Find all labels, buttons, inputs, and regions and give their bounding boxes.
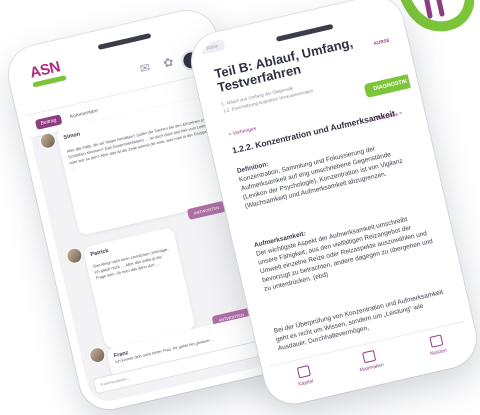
phone-notch — [275, 23, 334, 42]
avatar — [64, 246, 84, 266]
book-icon — [296, 365, 311, 379]
puzzle-icon[interactable]: ✿ — [160, 54, 177, 71]
comment-input-placeholder: Kommentieren... — [100, 375, 131, 387]
tab-beitrag[interactable]: Beitrag — [34, 114, 63, 130]
avatar — [87, 345, 107, 365]
nav-materialien[interactable]: Materialien — [356, 348, 384, 373]
asn-logo: ASN — [28, 55, 77, 92]
nav-label: Kapitel — [297, 378, 315, 388]
brand-decoration-icon — [400, 0, 474, 32]
folder-icon — [362, 349, 377, 364]
comment-card: Patrick Das klingt nach einer ziemlichen… — [82, 226, 196, 349]
breadcrumb[interactable]: Kurse — [199, 38, 226, 55]
nav-label: Notizen — [429, 347, 448, 358]
tab-kommentare[interactable]: Kommentare — [66, 105, 102, 123]
nav-label: Materialien — [359, 362, 385, 374]
aufmerksamkeit-block: Aufmerksamkeit: Der wichtigste Aspekt de… — [253, 202, 437, 294]
nav-kapitel[interactable]: Kapitel — [295, 365, 314, 388]
comment-text: Also alle Fälle, die wir hinten hinhalte… — [66, 116, 214, 172]
note-icon — [428, 334, 444, 348]
nav-notizen[interactable]: Notizen — [426, 334, 448, 358]
previous-link[interactable]: < Vorheriges — [228, 126, 257, 138]
diagnostik-button[interactable]: DIAGNOSTIK — [364, 72, 417, 98]
phone-notch — [97, 32, 152, 50]
avatar — [38, 131, 58, 151]
bell-icon[interactable]: ✉ — [137, 60, 154, 77]
